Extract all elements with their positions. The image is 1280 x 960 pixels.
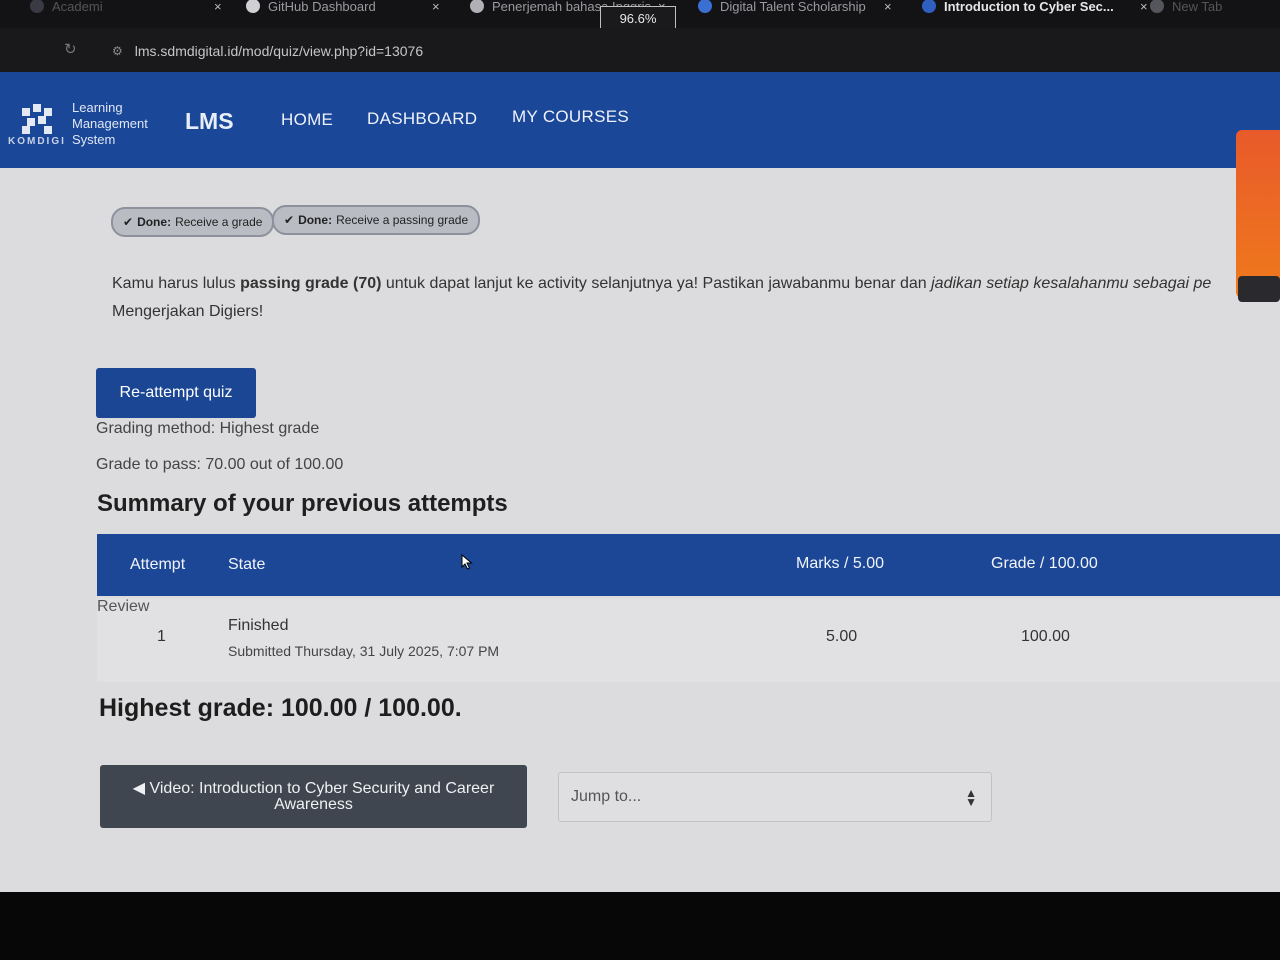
site-info-icon[interactable]: ⚙ — [112, 44, 123, 58]
highest-grade: Highest grade: 100.00 / 100.00. — [99, 694, 462, 722]
badge-text: Receive a grade — [175, 215, 263, 229]
attempts-table-header: Attempt State Marks / 5.00 Grade / 100.0… — [97, 534, 1280, 596]
tab-label: Introduction to Cyber Sec... — [944, 0, 1114, 14]
intro-line-2: Mengerjakan Digiers! — [112, 303, 264, 320]
tab-label: Digital Talent Scholarship — [720, 0, 866, 14]
column-header-attempt: Attempt — [130, 556, 186, 573]
attempt-marks: 5.00 — [826, 628, 858, 645]
tab-new-tab[interactable]: New Tab — [1150, 0, 1222, 18]
url-text: lms.sdmdigital.id/mod/quiz/view.php?id=1… — [134, 43, 424, 59]
check-icon: ✔ — [284, 213, 295, 227]
badge-prefix: Done: — [298, 213, 333, 227]
brand-line: Learning — [72, 100, 123, 115]
side-widget[interactable] — [1236, 130, 1280, 302]
chrome-icon — [1150, 0, 1164, 13]
quiz-intro-text: Kamu harus lulus passing grade (70) untu… — [112, 270, 1242, 326]
brand-line: System — [72, 132, 116, 147]
tab-label: GitHub Dashboard — [268, 0, 376, 14]
column-header-state: State — [228, 556, 266, 573]
attempt-grade: 100.00 — [1021, 628, 1070, 645]
github-icon — [246, 0, 260, 13]
table-row: 1 Finished Submitted Thursday, 31 July 2… — [97, 598, 1280, 682]
summary-heading: Summary of your previous attempts — [97, 490, 508, 517]
mouse-cursor-icon — [461, 554, 473, 570]
screen-bezel — [0, 892, 1280, 960]
grading-method: Grading method: Highest grade — [96, 420, 320, 437]
column-header-marks: Marks / 5.00 — [796, 555, 885, 572]
badge-text: Receive a passing grade — [336, 213, 469, 227]
brand-full-name[interactable]: Learning Management System — [72, 100, 148, 148]
tab-github-dashboard[interactable]: GitHub Dashboard — [246, 0, 376, 18]
brand-line: Management — [72, 116, 148, 131]
side-widget-tab[interactable] — [1238, 276, 1280, 302]
grade-to-pass: Grade to pass: 70.00 out of 100.00 — [96, 456, 344, 473]
review-link[interactable]: Review — [97, 598, 149, 615]
attempt-number: 1 — [157, 628, 166, 645]
tab-favicon-icon — [922, 0, 936, 13]
tab-label: New Tab — [1172, 0, 1223, 14]
reattempt-quiz-button[interactable]: Re-attempt quiz — [96, 368, 256, 418]
nav-dashboard[interactable]: DASHBOARD — [367, 109, 477, 129]
jump-to-placeholder: Jump to... — [571, 788, 642, 805]
zoom-level-text: 96.6% — [619, 10, 657, 26]
check-icon: ✔ — [123, 215, 134, 229]
tab-academi[interactable]: Academi — [30, 0, 103, 18]
nav-my-courses[interactable]: MY COURSES — [512, 107, 629, 127]
completion-badge: ✔ Done: Receive a grade — [111, 207, 275, 237]
tab-digital-talent[interactable]: Digital Talent Scholarship — [698, 0, 866, 18]
zoom-level-popup: 96.6% — [600, 6, 676, 30]
site-navbar: KOMDIGI Learning Management System LMS H… — [0, 72, 1280, 168]
select-caret-icon: ▲ ▼ — [965, 786, 977, 809]
column-header-grade: Grade / 100.00 — [991, 555, 1098, 572]
tab-favicon-icon — [30, 0, 44, 13]
attempt-submitted-time: Submitted Thursday, 31 July 2025, 7:07 P… — [228, 643, 500, 659]
attempt-state: Finished — [228, 617, 289, 634]
jump-to-select[interactable]: Jump to... ▲ ▼ — [558, 772, 992, 822]
address-bar[interactable]: ⚙ lms.sdmdigital.id/mod/quiz/view.php?id… — [104, 36, 1280, 66]
completion-badge: ✔ Done: Receive a passing grade — [272, 205, 481, 235]
tab-close-icon[interactable]: × — [426, 0, 440, 18]
brand-org: KOMDIGI — [8, 136, 66, 147]
previous-activity-button[interactable]: ◀ Video: Introduction to Cyber Security … — [100, 765, 527, 828]
dts-icon — [698, 0, 712, 13]
badge-prefix: Done: — [137, 215, 172, 229]
komdigi-logo-icon[interactable] — [22, 104, 52, 134]
tab-close-icon[interactable]: × — [208, 0, 222, 18]
tab-intro-cyber-security[interactable]: Introduction to Cyber Sec... — [922, 0, 1114, 18]
tab-label: Academi — [52, 0, 103, 14]
nav-home[interactable]: HOME — [281, 110, 333, 130]
reload-icon[interactable]: ↻ — [64, 40, 77, 58]
previous-activity-label: ◀ Video: Introduction to Cyber Security … — [132, 779, 495, 813]
tab-close-icon[interactable]: × — [878, 0, 892, 18]
page-content: KOMDIGI Learning Management System LMS H… — [0, 72, 1280, 892]
intro-line-1: Kamu harus lulus passing grade (70) untu… — [112, 275, 1212, 292]
translate-icon — [470, 0, 484, 13]
brand-short[interactable]: LMS — [185, 108, 234, 135]
tab-close-icon[interactable]: × — [1134, 0, 1148, 18]
